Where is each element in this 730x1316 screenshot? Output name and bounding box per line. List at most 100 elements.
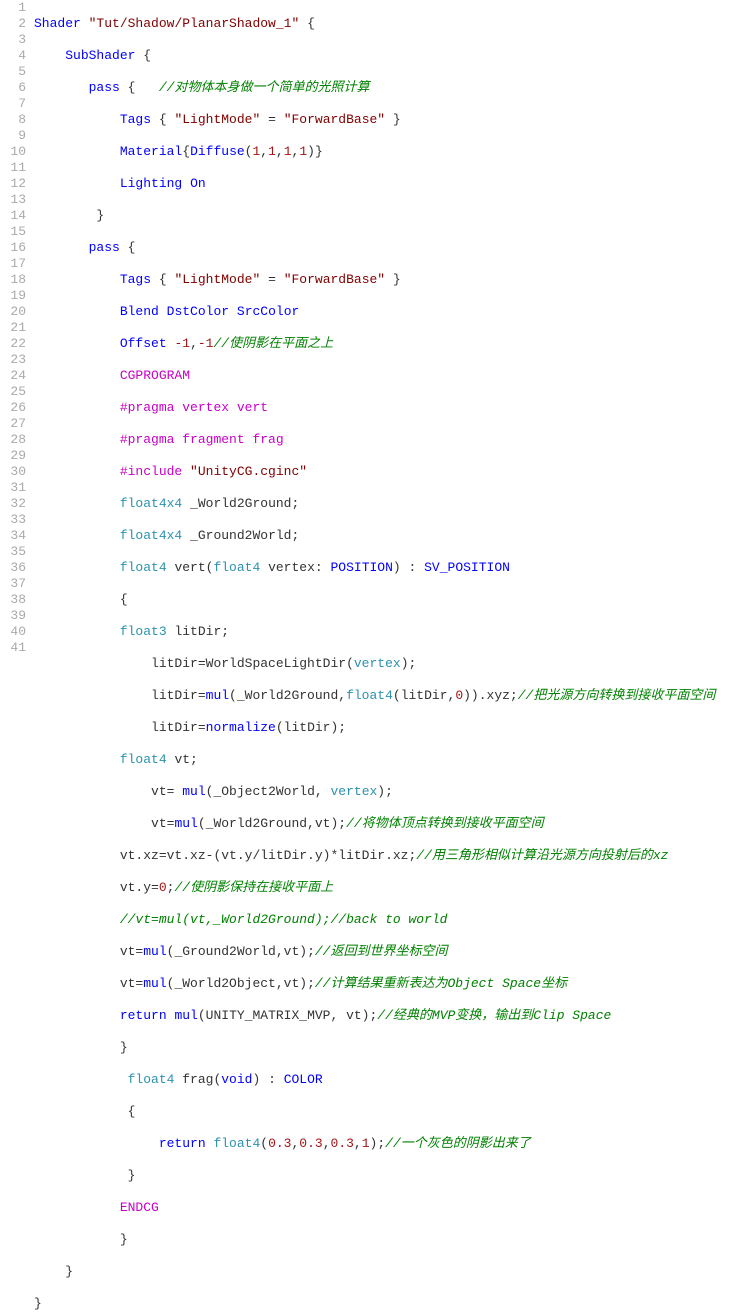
line-number: 23 (0, 352, 28, 368)
line-number: 37 (0, 576, 28, 592)
number: 1 (268, 144, 276, 159)
line-number: 21 (0, 320, 28, 336)
preprocessor: #pragma fragment frag (120, 432, 284, 447)
text: ) : (252, 1072, 283, 1087)
comment: //使阴影在平面之上 (213, 336, 333, 351)
number: 1 (284, 144, 292, 159)
line-number: 27 (0, 416, 28, 432)
line-number: 40 (0, 624, 28, 640)
keyword: SrcColor (237, 304, 299, 319)
text (206, 1136, 214, 1151)
line-number: 31 (0, 480, 28, 496)
text: (_World2Object,vt); (167, 976, 315, 991)
line-number: 11 (0, 160, 28, 176)
comment: //使阴影保持在接收平面上 (174, 880, 333, 895)
text: vert( (167, 560, 214, 575)
text: litDir; (167, 624, 229, 639)
number: 0 (455, 688, 463, 703)
brace: { (120, 592, 128, 607)
keyword: Shader (34, 16, 81, 31)
type: float4 (128, 1072, 175, 1087)
function: normalize (206, 720, 276, 735)
text: , (323, 1136, 331, 1151)
comment: //经典的MVP变换，输出到Clip Space (377, 1008, 611, 1023)
text: { (120, 80, 159, 95)
comment: //将物体顶点转换到接收平面空间 (346, 816, 544, 831)
text: (_World2Ground, (229, 688, 346, 703)
brace: } (128, 1168, 136, 1183)
text: { (151, 272, 174, 287)
line-number: 10 (0, 144, 28, 160)
semantic: SV_POSITION (424, 560, 510, 575)
line-number: 9 (0, 128, 28, 144)
line-number: 32 (0, 496, 28, 512)
text: ; (167, 880, 175, 895)
text (182, 176, 190, 191)
text: } (385, 112, 401, 127)
text: ( (260, 1136, 268, 1151)
text: , (276, 144, 284, 159)
preprocessor: ENDCG (120, 1200, 159, 1215)
line-number: 15 (0, 224, 28, 240)
text: vt; (167, 752, 198, 767)
number: -1 (174, 336, 190, 351)
line-number: 25 (0, 384, 28, 400)
text: (_Object2World, (206, 784, 331, 799)
semantic: POSITION (330, 560, 392, 575)
keyword: void (221, 1072, 252, 1087)
text: frag( (174, 1072, 221, 1087)
line-number-gutter: 1234567891011121314151617181920212223242… (0, 0, 34, 1316)
function: mul (174, 816, 197, 831)
brace: } (65, 1264, 73, 1279)
line-number: 33 (0, 512, 28, 528)
keyword: Diffuse (190, 144, 245, 159)
text: , (354, 1136, 362, 1151)
code-content[interactable]: Shader "Tut/Shadow/PlanarShadow_1" { Sub… (34, 0, 730, 1316)
line-number: 19 (0, 288, 28, 304)
line-number: 5 (0, 64, 28, 80)
line-number: 16 (0, 240, 28, 256)
keyword: Offset (120, 336, 167, 351)
line-number: 12 (0, 176, 28, 192)
text (229, 304, 237, 319)
comment: //计算结果重新表达为Object Space坐标 (315, 976, 567, 991)
keyword: DstColor (167, 304, 229, 319)
function: mul (206, 688, 229, 703)
number: 1 (299, 144, 307, 159)
keyword: Lighting (120, 176, 182, 191)
preprocessor: #pragma vertex vert (120, 400, 268, 415)
text: )).xyz; (463, 688, 518, 703)
keyword: return (120, 1008, 167, 1023)
text: vt= (120, 944, 143, 959)
brace: } (96, 208, 104, 223)
string: "UnityCG.cginc" (190, 464, 307, 479)
text: , (260, 144, 268, 159)
code-editor[interactable]: 1234567891011121314151617181920212223242… (0, 0, 730, 1316)
line-number: 36 (0, 560, 28, 576)
line-number: 18 (0, 272, 28, 288)
text: vt= (151, 816, 174, 831)
string: "Tut/Shadow/PlanarShadow_1" (89, 16, 300, 31)
text: vertex: (260, 560, 330, 575)
text: vt.y= (120, 880, 159, 895)
text: vt= (151, 784, 182, 799)
type: float4 (120, 752, 167, 767)
keyword: pass (89, 80, 120, 95)
keyword: Blend (120, 304, 159, 319)
brace: { (299, 16, 315, 31)
text: { (151, 112, 174, 127)
brace: } (34, 1296, 42, 1311)
text: = (260, 272, 283, 287)
string: "LightMode" (174, 112, 260, 127)
text: (_World2Ground,vt); (198, 816, 346, 831)
preprocessor: CGPROGRAM (120, 368, 190, 383)
line-number: 3 (0, 32, 28, 48)
keyword: pass (89, 240, 120, 255)
line-number: 29 (0, 448, 28, 464)
text: = (260, 112, 283, 127)
comment: //返回到世界坐标空间 (315, 944, 448, 959)
keyword: On (190, 176, 206, 191)
string: "ForwardBase" (284, 112, 385, 127)
text: litDir=WorldSpaceLightDir( (151, 656, 354, 671)
text (167, 1008, 175, 1023)
